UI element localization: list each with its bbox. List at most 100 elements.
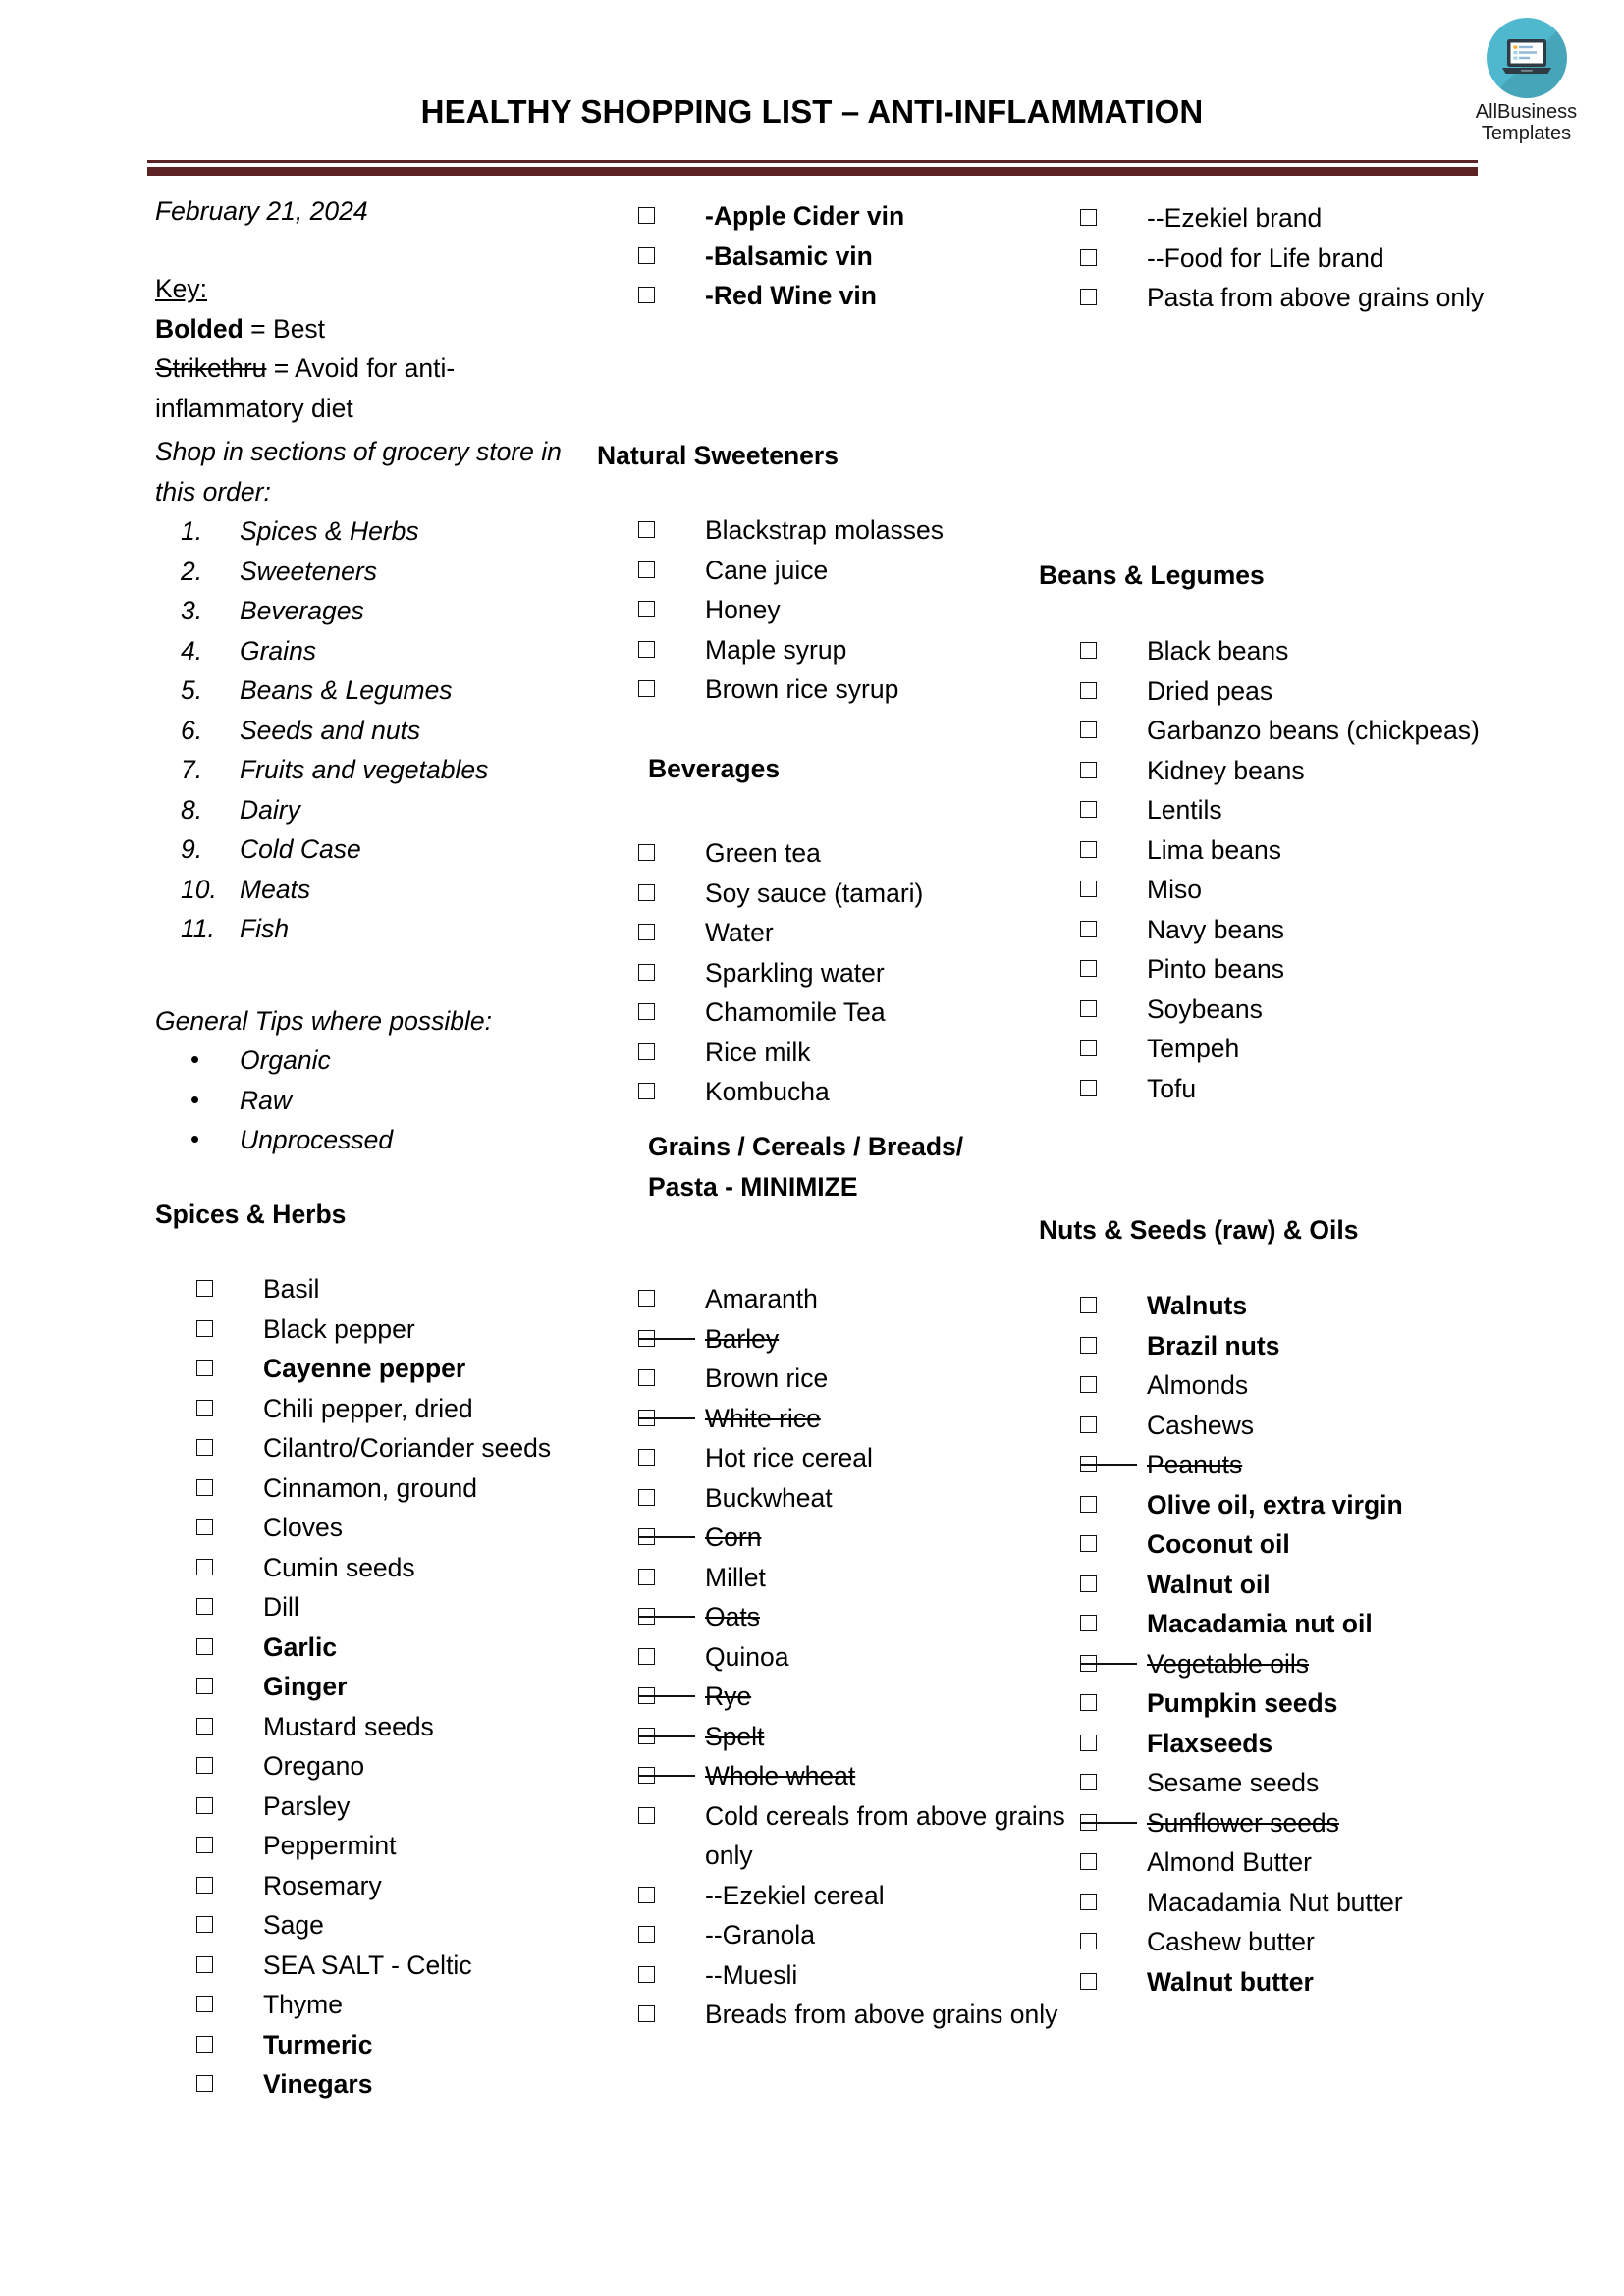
checkbox-icon[interactable] [1080, 1376, 1097, 1393]
checkbox-icon[interactable] [1080, 1495, 1097, 1513]
checklist-item[interactable]: Garlic [196, 1628, 640, 1668]
checkbox-icon[interactable] [638, 1369, 655, 1386]
checklist-item[interactable]: Chili pepper, dried [196, 1389, 640, 1429]
checkbox-icon[interactable] [1080, 1933, 1097, 1949]
checkbox-icon[interactable] [196, 1796, 213, 1814]
checklist-item[interactable]: Vinegars [196, 2064, 640, 2105]
checklist-item[interactable]: Barley [638, 1319, 1070, 1360]
checkbox-icon[interactable] [1080, 1734, 1097, 1751]
checklist-item[interactable]: Dill [196, 1587, 640, 1628]
checkbox-icon[interactable] [638, 1647, 655, 1665]
checkbox-icon[interactable] [196, 1280, 213, 1297]
checkbox-icon[interactable] [1080, 1694, 1097, 1711]
checklist-item[interactable]: Cashews [1080, 1406, 1532, 1446]
checkbox-icon[interactable] [1080, 1336, 1097, 1354]
checklist-item[interactable]: Lima beans [1080, 830, 1532, 871]
checklist-item[interactable]: Tempeh [1080, 1029, 1532, 1069]
checkbox-icon[interactable] [638, 1449, 655, 1466]
checklist-item[interactable]: Mustard seeds [196, 1707, 640, 1747]
checklist-item[interactable]: Tofu [1080, 1069, 1532, 1109]
checklist-item[interactable]: Black pepper [196, 1309, 640, 1350]
checklist-item[interactable]: Cloves [196, 1508, 640, 1548]
checkbox-icon[interactable] [1080, 881, 1097, 897]
checklist-item[interactable]: Kombucha [638, 1072, 1070, 1112]
checklist-item[interactable]: Parsley [196, 1787, 640, 1827]
checkbox-icon[interactable] [1080, 681, 1097, 699]
checkbox-icon[interactable] [1080, 840, 1097, 858]
checklist-item[interactable]: Green tea [638, 833, 1070, 874]
checklist-item[interactable]: Sunflower seeds [1080, 1803, 1532, 1843]
checkbox-icon[interactable] [1080, 761, 1097, 778]
checklist-item[interactable]: Hot rice cereal [638, 1438, 1070, 1478]
checklist-item[interactable]: Buckwheat [638, 1478, 1070, 1519]
checklist-item[interactable]: Almonds [1080, 1365, 1532, 1406]
checkbox-icon[interactable] [1080, 801, 1097, 818]
checklist-item[interactable]: Navy beans [1080, 910, 1532, 950]
checkbox-icon[interactable] [1080, 289, 1097, 305]
checklist-item[interactable]: Macadamia nut oil [1080, 1604, 1532, 1644]
checklist-item[interactable]: Honey [638, 590, 1070, 630]
checklist-item[interactable]: -Balsamic vin [638, 237, 1070, 277]
checkbox-icon[interactable] [1080, 1774, 1097, 1790]
checklist-item[interactable]: Cilantro/Coriander seeds [196, 1428, 640, 1468]
checkbox-icon[interactable] [196, 1717, 213, 1735]
checklist-item[interactable]: Walnut butter [1080, 1962, 1532, 2002]
checkbox-icon[interactable] [196, 1439, 213, 1456]
checkbox-icon[interactable] [1080, 999, 1097, 1017]
checkbox-icon[interactable] [1080, 1415, 1097, 1433]
checkbox-icon[interactable] [196, 1678, 213, 1694]
checklist-item[interactable]: Rye [638, 1677, 1070, 1717]
checkbox-icon[interactable] [638, 561, 655, 578]
checkbox-icon[interactable] [196, 1916, 213, 1933]
checkbox-icon[interactable] [638, 1083, 655, 1099]
checkbox-icon[interactable] [1080, 1575, 1097, 1592]
checklist-item[interactable]: Millet [638, 1558, 1070, 1598]
checkbox-icon[interactable] [638, 1409, 655, 1426]
checkbox-icon[interactable] [1080, 1040, 1097, 1056]
checkbox-icon[interactable] [196, 1876, 213, 1894]
checkbox-icon[interactable] [638, 1687, 655, 1704]
checklist-item[interactable]: Breads from above grains only [638, 1995, 1070, 2035]
checkbox-icon[interactable] [1080, 248, 1097, 266]
checklist-item[interactable]: Coconut oil [1080, 1524, 1532, 1565]
checkbox-icon[interactable] [196, 1837, 213, 1853]
checkbox-icon[interactable] [1080, 1972, 1097, 1990]
checkbox-icon[interactable] [638, 1965, 655, 1983]
checklist-item[interactable]: Miso [1080, 870, 1532, 910]
checklist-item[interactable]: Vegetable oils [1080, 1644, 1532, 1684]
checklist-item[interactable]: Kidney beans [1080, 751, 1532, 791]
checkbox-icon[interactable] [638, 1568, 655, 1585]
checklist-item[interactable]: Sage [196, 1905, 640, 1946]
checklist-item[interactable]: --Food for Life brand [1080, 239, 1532, 279]
checklist-item[interactable]: Water [638, 913, 1070, 953]
checklist-item[interactable]: Pumpkin seeds [1080, 1683, 1532, 1724]
checklist-item[interactable]: Flaxseeds [1080, 1724, 1532, 1764]
checkbox-icon[interactable] [638, 1290, 655, 1307]
checkbox-icon[interactable] [638, 924, 655, 940]
checkbox-icon[interactable] [196, 1757, 213, 1774]
checkbox-icon[interactable] [638, 680, 655, 697]
checkbox-icon[interactable] [638, 246, 655, 264]
checklist-item[interactable]: Walnuts [1080, 1286, 1532, 1326]
checklist-item[interactable]: Cold cereals from above grains only [638, 1796, 1070, 1876]
checklist-item[interactable]: Pasta from above grains only [1080, 278, 1532, 318]
checklist-item[interactable]: Corn [638, 1518, 1070, 1558]
checklist-item[interactable]: Spelt [638, 1717, 1070, 1757]
checkbox-icon[interactable] [196, 1399, 213, 1416]
checklist-item[interactable]: Sesame seeds [1080, 1763, 1532, 1803]
checkbox-icon[interactable] [1080, 920, 1097, 937]
checklist-item[interactable]: Amaranth [638, 1279, 1070, 1319]
checklist-item[interactable]: Soy sauce (tamari) [638, 874, 1070, 914]
checkbox-icon[interactable] [1080, 1079, 1097, 1096]
checklist-item[interactable]: Blackstrap molasses [638, 510, 1070, 551]
checkbox-icon[interactable] [638, 207, 655, 224]
checkbox-icon[interactable] [1080, 960, 1097, 977]
checkbox-icon[interactable] [638, 1608, 655, 1625]
checklist-item[interactable]: Brazil nuts [1080, 1326, 1532, 1366]
checklist-item[interactable]: Cumin seeds [196, 1548, 640, 1588]
checkbox-icon[interactable] [638, 521, 655, 538]
checklist-item[interactable]: Basil [196, 1269, 640, 1309]
checkbox-icon[interactable] [638, 287, 655, 303]
checklist-item[interactable]: -Apple Cider vin [638, 196, 1070, 237]
checklist-item[interactable]: Peanuts [1080, 1445, 1532, 1485]
